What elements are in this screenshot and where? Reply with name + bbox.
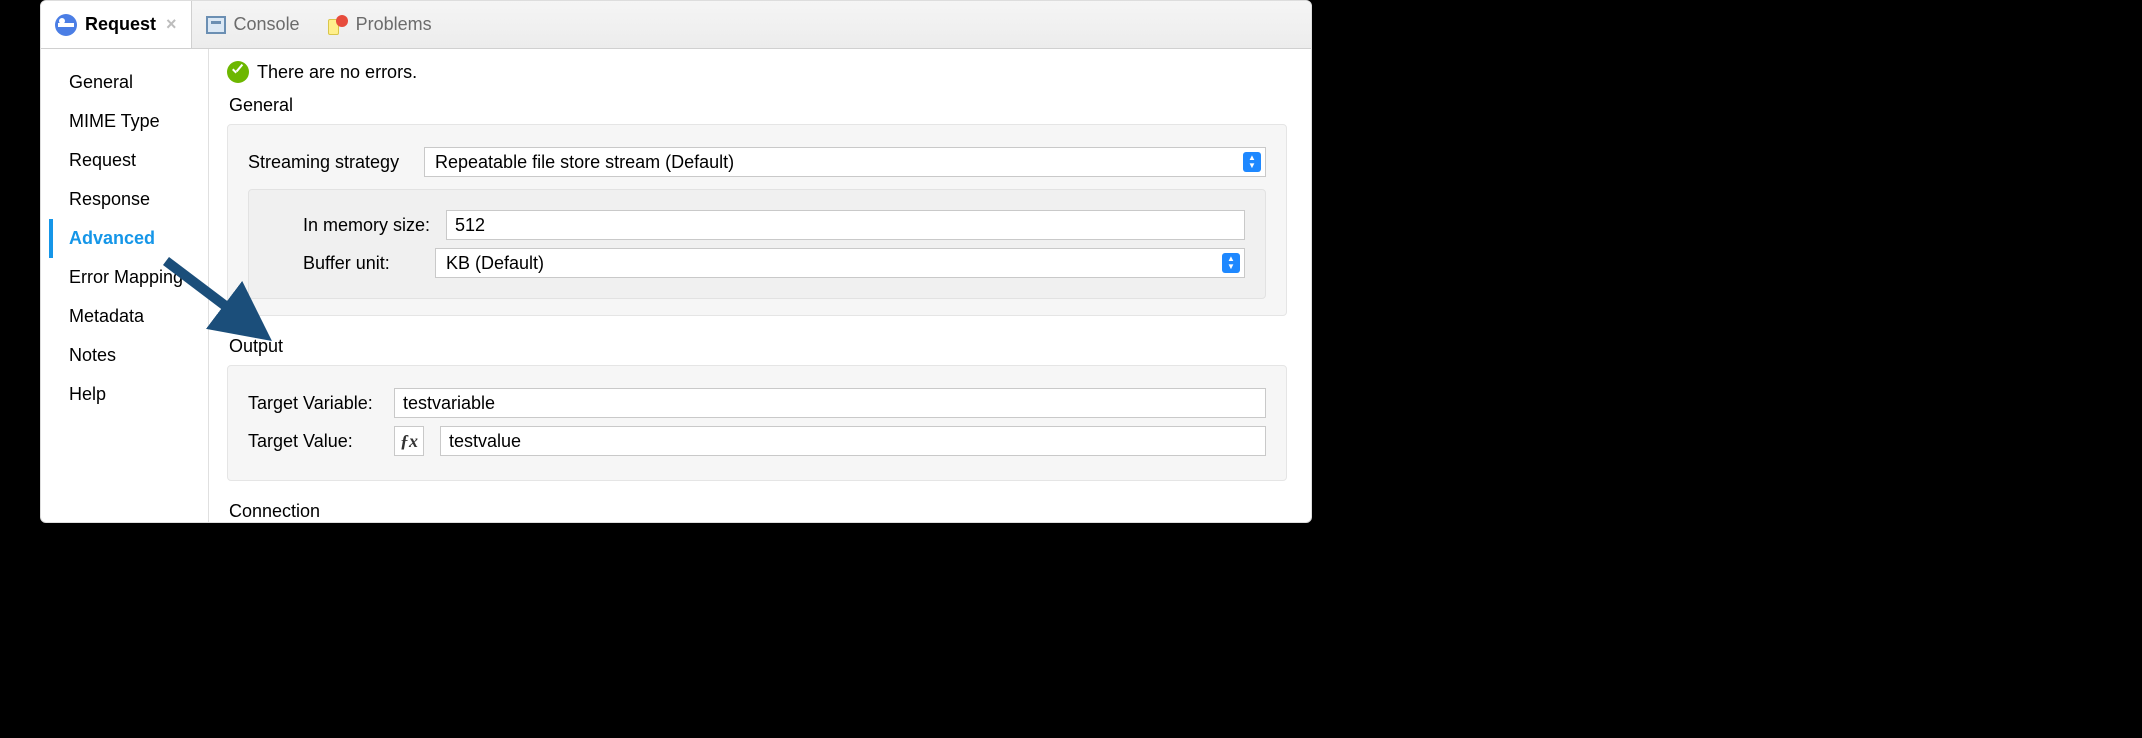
sidebar-item-response[interactable]: Response (49, 180, 208, 219)
target-variable-input[interactable] (394, 388, 1266, 418)
editor-panel: Request × Console Problems General MIME … (40, 0, 1312, 523)
sidebar-item-errormapping[interactable]: Error Mapping (49, 258, 208, 297)
sidebar-item-help[interactable]: Help (49, 375, 208, 414)
tab-strip: Request × Console Problems (41, 1, 1311, 49)
ok-icon (227, 61, 249, 83)
streaming-strategy-label: Streaming strategy (248, 152, 408, 173)
tab-label: Problems (356, 14, 432, 35)
status-message: There are no errors. (257, 62, 417, 83)
in-memory-size-label: In memory size: (269, 215, 430, 236)
output-group: Target Variable: Target Value: ƒx (227, 365, 1287, 481)
in-memory-size-input[interactable] (446, 210, 1245, 240)
section-title-connection: Connection (227, 499, 1287, 522)
tab-problems[interactable]: Problems (314, 1, 446, 48)
select-value: KB (Default) (446, 253, 544, 274)
section-title-general: General (227, 93, 1287, 124)
config-body: General MIME Type Request Response Advan… (41, 49, 1311, 522)
target-variable-label: Target Variable: (248, 393, 378, 414)
request-icon (55, 14, 77, 36)
general-group: Streaming strategy Repeatable file store… (227, 124, 1287, 316)
sidebar-item-request[interactable]: Request (49, 141, 208, 180)
streaming-strategy-select[interactable]: Repeatable file store stream (Default) ▲… (424, 147, 1266, 177)
select-arrows-icon: ▲▼ (1243, 152, 1261, 172)
sidebar-item-mime[interactable]: MIME Type (49, 102, 208, 141)
close-icon[interactable]: × (166, 14, 177, 35)
fx-button[interactable]: ƒx (394, 426, 424, 456)
buffer-unit-select[interactable]: KB (Default) ▲▼ (435, 248, 1245, 278)
section-title-output: Output (227, 334, 1287, 365)
sidebar-item-general[interactable]: General (49, 63, 208, 102)
sidebar-item-metadata[interactable]: Metadata (49, 297, 208, 336)
console-icon (206, 16, 226, 34)
properties-sidebar: General MIME Type Request Response Advan… (41, 49, 209, 522)
target-value-label: Target Value: (248, 431, 378, 452)
properties-content: There are no errors. General Streaming s… (209, 49, 1311, 522)
select-value: Repeatable file store stream (Default) (435, 152, 734, 173)
tab-label: Request (85, 14, 156, 35)
status-row: There are no errors. (227, 61, 1287, 83)
tab-console[interactable]: Console (192, 1, 314, 48)
tab-label: Console (234, 14, 300, 35)
select-arrows-icon: ▲▼ (1222, 253, 1240, 273)
tab-request[interactable]: Request × (41, 1, 192, 48)
sidebar-item-notes[interactable]: Notes (49, 336, 208, 375)
buffer-unit-label: Buffer unit: (269, 253, 419, 274)
problems-icon (328, 15, 348, 35)
target-value-input[interactable] (440, 426, 1266, 456)
sidebar-item-advanced[interactable]: Advanced (49, 219, 208, 258)
streaming-subgroup: In memory size: Buffer unit: KB (Default… (248, 189, 1266, 299)
